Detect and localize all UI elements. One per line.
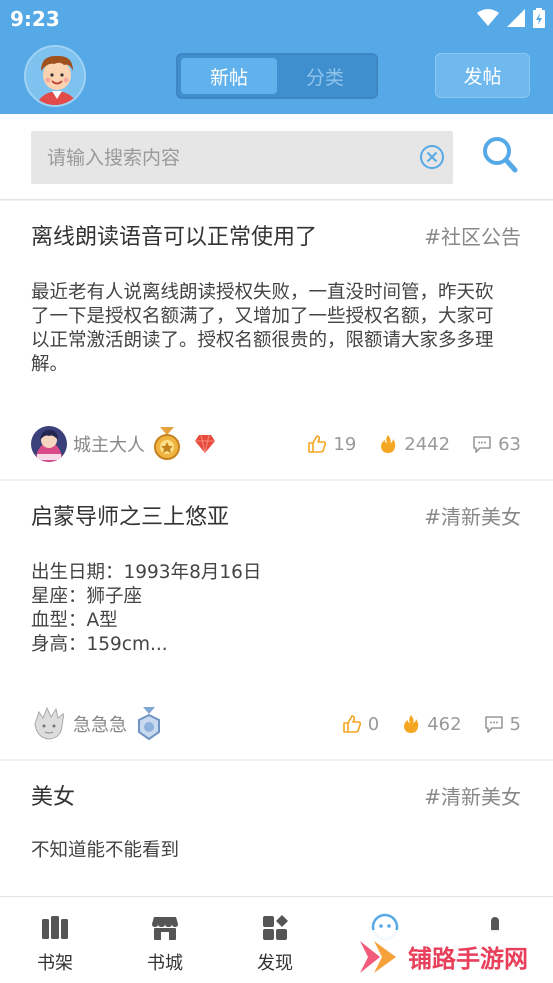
post-footer: 城主大人 19 2442 63 (31, 426, 521, 462)
post-footer: 急急急 0 462 5 (31, 706, 521, 742)
signal-icon (507, 9, 525, 27)
author-avatar[interactable] (31, 426, 67, 462)
search-bar (0, 114, 553, 200)
post-card[interactable]: 美女 #清新美女 不知道能不能看到 (0, 761, 553, 897)
wifi-icon (477, 9, 499, 26)
status-bar: 9:23 (0, 0, 553, 38)
tab-discover[interactable]: 发现 (220, 897, 330, 983)
post-body-line: 星座：狮子座 (31, 586, 143, 607)
search-box (31, 131, 453, 184)
comment-icon[interactable] (484, 714, 504, 734)
tab-label: 书城 (147, 953, 183, 974)
hot-count: 2442 (404, 433, 451, 455)
clear-icon[interactable] (419, 144, 445, 170)
comment-count: 63 (498, 433, 521, 455)
feed-segment-control: 新帖 分类 (176, 53, 378, 99)
post-body: 最近老有人说离线朗读授权失败，一直没时间管，昨天砍了一下是授权名额满了，又增加了… (31, 282, 494, 375)
post-stats: 19 2442 63 (307, 434, 521, 455)
comment-icon[interactable] (472, 434, 492, 454)
post-card[interactable]: 离线朗读语音可以正常使用了 #社区公告 最近老有人说离线朗读授权失败，一直没时间… (0, 201, 553, 479)
search-input[interactable] (47, 131, 407, 184)
gold-medal-icon (154, 427, 180, 460)
post-tag[interactable]: #清新美女 (424, 501, 521, 530)
watermark: 铺路手游网 (356, 930, 553, 983)
search-icon[interactable] (482, 136, 518, 174)
tab-new-posts[interactable]: 新帖 (181, 58, 277, 94)
bookshelf-icon (42, 916, 68, 939)
hot-count: 462 (427, 713, 462, 735)
diamond-icon (195, 435, 215, 453)
thumbs-up-icon[interactable] (342, 714, 362, 734)
tab-bookshelf[interactable]: 书架 (0, 897, 110, 983)
tab-label: 书架 (37, 953, 73, 974)
flame-icon (404, 715, 419, 733)
author-name[interactable]: 城主大人 (73, 431, 145, 457)
like-count: 19 (333, 433, 357, 455)
status-icons (477, 8, 545, 28)
comment-count: 5 (509, 713, 521, 735)
post-body: 不知道能不能看到 (31, 840, 180, 861)
store-icon (152, 917, 178, 940)
post-title: 离线朗读语音可以正常使用了 (31, 225, 318, 250)
watermark-text: 铺路手游网 (408, 945, 528, 973)
post-title: 启蒙导师之三上悠亚 (31, 505, 230, 530)
post-body: 出生日期：1993年8月16日 星座：狮子座 血型：A型 身高：159cm... (31, 561, 511, 657)
grid-apps-icon (263, 915, 288, 940)
anime-avatar-icon (31, 426, 67, 462)
post-stats: 0 462 5 (342, 714, 521, 735)
post-body-line: 出生日期：1993年8月16日 (31, 562, 262, 583)
thumbs-up-icon[interactable] (307, 434, 327, 454)
like-count: 0 (367, 713, 380, 735)
flame-icon (381, 435, 396, 453)
new-post-button[interactable]: 发帖 (435, 53, 530, 98)
post-tag[interactable]: #社区公告 (424, 221, 521, 250)
sketch-avatar-icon (31, 706, 67, 742)
status-time: 9:23 (10, 7, 60, 31)
post-title: 美女 (31, 785, 76, 810)
watermark-logo-icon (360, 940, 396, 973)
post-body-line: 身高：159cm... (31, 634, 168, 655)
post-card[interactable]: 启蒙导师之三上悠亚 #清新美女 出生日期：1993年8月16日 星座：狮子座 血… (0, 481, 553, 759)
battery-icon (533, 8, 545, 28)
post-body-line: 血型：A型 (31, 610, 118, 631)
user-avatar-button[interactable] (24, 45, 86, 107)
author-name[interactable]: 急急急 (73, 711, 127, 737)
silver-medal-icon (138, 707, 160, 741)
post-tag[interactable]: #清新美女 (424, 781, 521, 810)
tab-label: 发现 (257, 953, 293, 974)
tab-bookstore[interactable]: 书城 (110, 897, 220, 983)
cartoon-boy-avatar-icon (26, 47, 84, 105)
author-avatar[interactable] (31, 706, 67, 742)
tab-categories[interactable]: 分类 (277, 58, 373, 94)
app-header: 9:23 新帖 分类 发帖 (0, 0, 553, 114)
